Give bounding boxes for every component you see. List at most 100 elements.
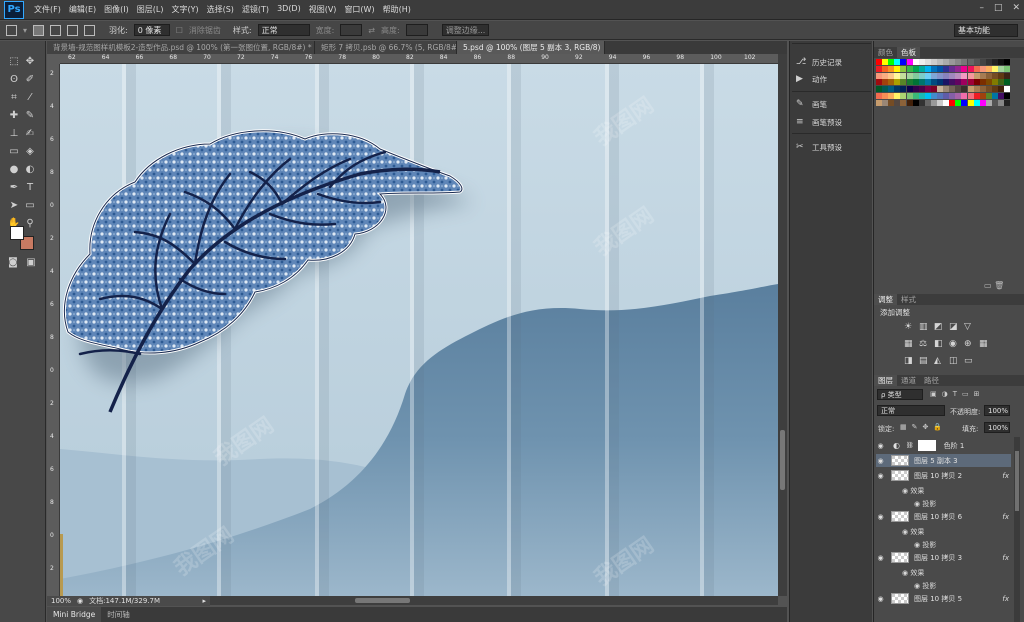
swatch[interactable] — [998, 65, 1004, 72]
swatch[interactable] — [961, 79, 968, 86]
swatch[interactable] — [991, 79, 998, 86]
doc-tab-active[interactable]: 5.psd @ 100% (图层 5 副本 3, RGB/8) — [457, 41, 605, 54]
swatch[interactable] — [912, 79, 919, 86]
swatch[interactable] — [912, 86, 919, 93]
swatch[interactable] — [955, 99, 962, 106]
swatch[interactable] — [998, 99, 1004, 106]
width-input[interactable] — [340, 24, 363, 36]
swatch[interactable] — [967, 72, 974, 79]
swatch[interactable] — [979, 79, 986, 86]
swatch[interactable] — [888, 99, 895, 106]
adj-posterize-icon[interactable]: ▤ — [919, 356, 928, 366]
zoom-level[interactable]: 100% — [51, 597, 71, 605]
close-icon[interactable]: ✕ — [1012, 3, 1020, 13]
swatch[interactable] — [937, 86, 943, 93]
adj-threshold-icon[interactable]: ◭ — [934, 356, 941, 366]
swatch[interactable] — [979, 65, 986, 72]
swatch[interactable] — [888, 93, 895, 99]
swatch[interactable] — [906, 65, 913, 72]
swatch[interactable] — [930, 86, 937, 93]
menu-item[interactable]: 3D(D) — [273, 4, 305, 15]
panel-actions[interactable]: ▶ 动作 — [796, 74, 827, 85]
fx-icon[interactable]: fx — [1002, 513, 1009, 521]
swatch[interactable] — [943, 65, 950, 72]
swatch[interactable] — [930, 65, 937, 72]
layer-effects[interactable]: ◉ 效果 — [902, 486, 924, 496]
swatch[interactable] — [894, 99, 901, 106]
layer-effects[interactable]: ◉ 效果 — [902, 568, 924, 578]
swatch[interactable] — [937, 79, 943, 86]
status-arrow-icon[interactable]: ▸ — [202, 597, 206, 605]
swatch[interactable] — [943, 93, 950, 99]
swatch[interactable] — [924, 72, 931, 79]
swatch[interactable] — [961, 99, 968, 106]
swatch[interactable] — [1004, 79, 1011, 86]
menu-item[interactable]: 窗口(W) — [340, 4, 378, 15]
swatch[interactable] — [906, 59, 913, 65]
type-tool-icon[interactable]: T — [23, 182, 37, 194]
swatch[interactable] — [949, 99, 956, 106]
swatch[interactable] — [985, 72, 992, 79]
dodge-tool-icon[interactable]: ◐ — [23, 164, 37, 176]
quick-mask-icon[interactable]: ◙ — [6, 257, 20, 269]
swatch[interactable] — [918, 86, 925, 93]
menu-item[interactable]: 图层(L) — [133, 4, 168, 15]
swatch[interactable] — [1004, 65, 1011, 72]
zoom-tool-icon[interactable]: ⚲ — [23, 218, 37, 230]
swatch[interactable] — [906, 72, 913, 79]
swatch[interactable] — [1004, 99, 1011, 106]
swatch[interactable] — [924, 79, 931, 86]
swatch[interactable] — [930, 72, 937, 79]
menu-item[interactable]: 帮助(H) — [379, 4, 415, 15]
swatch[interactable] — [912, 99, 919, 106]
swatch[interactable] — [961, 59, 968, 65]
swatch[interactable] — [967, 79, 974, 86]
swatch[interactable] — [912, 59, 919, 65]
swatch[interactable] — [906, 99, 913, 106]
swatch[interactable] — [924, 93, 931, 99]
swatch[interactable] — [943, 79, 950, 86]
swatch[interactable] — [998, 79, 1004, 86]
document-canvas[interactable]: 我图网 我图网 我图网 我图网 我图网 — [60, 64, 778, 596]
layer-row[interactable]: ◉ 图层 10 拷贝 2 fx — [876, 469, 1011, 482]
swatch[interactable] — [973, 86, 980, 93]
swatch[interactable] — [876, 93, 882, 99]
layer-row[interactable]: ◉ 图层 10 拷贝 6 fx — [876, 510, 1011, 523]
swatch[interactable] — [918, 93, 925, 99]
swatch[interactable] — [882, 86, 889, 93]
swatch[interactable] — [882, 59, 889, 65]
swatch[interactable] — [912, 65, 919, 72]
menu-item[interactable]: 选择(S) — [203, 4, 238, 15]
swatch[interactable] — [888, 65, 895, 72]
eyedropper-tool-icon[interactable]: ⁄ — [23, 92, 37, 104]
swatch[interactable] — [876, 79, 882, 86]
swatch[interactable] — [985, 93, 992, 99]
screen-mode-icon[interactable]: ▣ — [24, 257, 38, 269]
menu-item[interactable]: 视图(V) — [305, 4, 341, 15]
swatch[interactable] — [943, 72, 950, 79]
swatch[interactable] — [998, 86, 1004, 93]
swatch[interactable] — [924, 99, 931, 106]
swatch[interactable] — [967, 99, 974, 106]
swatch[interactable] — [900, 65, 907, 72]
swatch[interactable] — [979, 99, 986, 106]
layer-row[interactable]: ◉ ◐ ⛓ 色阶 1 — [876, 439, 1011, 452]
fx-icon[interactable]: fx — [1002, 595, 1009, 603]
swatch[interactable] — [912, 72, 919, 79]
panel-history[interactable]: ⎇ 历史记录 — [796, 57, 842, 68]
antialias-label[interactable]: 消除锯齿 — [189, 25, 221, 36]
swatch[interactable] — [943, 59, 950, 65]
swatch[interactable] — [924, 59, 931, 65]
shape-tool-icon[interactable]: ▭ — [23, 200, 37, 212]
swatch[interactable] — [967, 59, 974, 65]
adj-vibrance-icon[interactable]: ▽ — [964, 322, 971, 332]
bucket-tool-icon[interactable]: ◈ — [23, 146, 37, 158]
pen-tool-icon[interactable]: ✒ — [7, 182, 21, 194]
swatch[interactable] — [894, 79, 901, 86]
layer-row[interactable]: ◉ 图层 5 副本 3 — [876, 454, 1011, 467]
layer-effects[interactable]: ◉ 效果 — [902, 527, 924, 537]
panel-brush-presets[interactable]: ≡ 画笔预设 — [796, 117, 842, 128]
marquee-tool-icon[interactable]: ⬚ — [7, 56, 21, 68]
menu-item[interactable]: 图像(I) — [100, 4, 133, 15]
swatch[interactable] — [894, 86, 901, 93]
